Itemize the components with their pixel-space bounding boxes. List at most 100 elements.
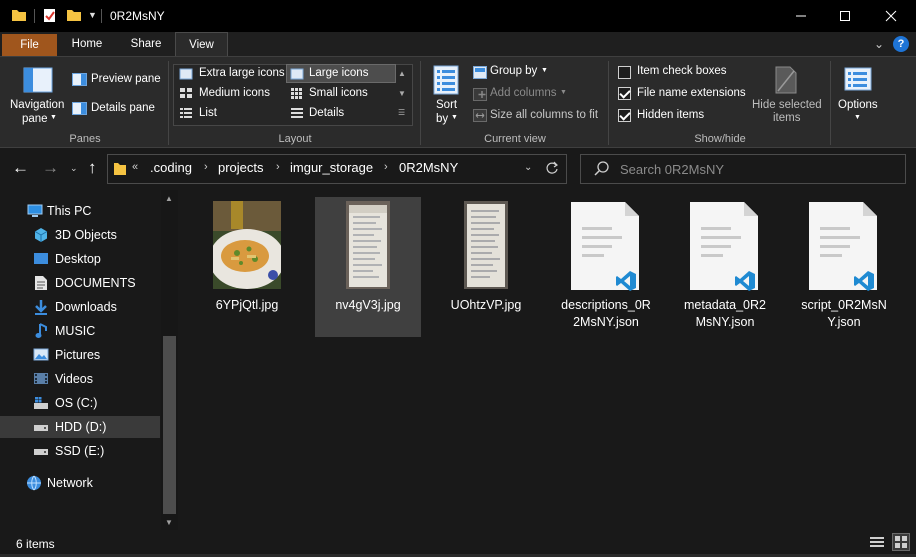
scroll-up-icon[interactable]: ▲ <box>165 194 173 203</box>
sidebar-item-ssd-e[interactable]: SSD (E:) <box>0 440 160 462</box>
file-name-extensions-label[interactable]: File name extensions <box>637 87 746 99</box>
file-name-line1: script_0R2MsN <box>801 298 887 312</box>
breadcrumb-current-folder[interactable]: 0R2MsNY <box>399 160 458 175</box>
layout-scroll-down-icon[interactable]: ▼ <box>398 89 406 98</box>
chevron-right-icon[interactable]: › <box>204 161 208 173</box>
details-view-icon <box>870 537 884 547</box>
sort-by-button-label2[interactable]: by <box>436 113 448 125</box>
folder-icon[interactable] <box>11 7 27 26</box>
file-item[interactable]: 6YPjQtl.jpg <box>194 197 300 337</box>
address-overflow-icon[interactable]: « <box>132 161 138 173</box>
options-button[interactable]: Options <box>838 99 878 111</box>
properties-icon[interactable] <box>43 7 57 26</box>
title-bar: ▼ 0R2MsNY <box>0 0 916 32</box>
layout-small-icons[interactable]: Small icons <box>309 87 368 99</box>
layout-extra-large-icons[interactable]: Extra large icons <box>199 67 285 79</box>
search-icon <box>594 161 609 179</box>
file-name-extensions-checkbox[interactable] <box>618 87 631 100</box>
options-icon[interactable] <box>844 67 872 94</box>
new-folder-icon[interactable] <box>66 7 82 26</box>
maximize-button[interactable] <box>822 0 868 32</box>
file-name-line2: Y.json <box>827 315 861 329</box>
tab-home[interactable]: Home <box>62 32 112 56</box>
sort-by-button[interactable]: Sort <box>436 99 457 111</box>
layout-expand-icon[interactable]: ☰ <box>398 108 405 117</box>
collapse-ribbon-icon[interactable]: ⌄ <box>874 37 884 51</box>
tab-view[interactable]: View <box>175 32 228 56</box>
navigation-pane-icon[interactable] <box>23 67 53 96</box>
json-file-icon <box>808 201 878 294</box>
chevron-down-icon[interactable]: ▼ <box>541 67 548 74</box>
chevron-down-icon[interactable]: ▼ <box>451 114 458 121</box>
sidebar-item-hdd-d[interactable]: HDD (D:) <box>0 416 160 438</box>
layout-large-icons[interactable]: Large icons <box>309 67 368 79</box>
add-columns-button[interactable]: Add columns <box>490 87 556 99</box>
details-pane-button[interactable]: Details pane <box>91 102 155 114</box>
hidden-items-label[interactable]: Hidden items <box>637 109 704 121</box>
hide-selected-items-label2[interactable]: items <box>773 112 800 124</box>
refresh-icon[interactable] <box>545 161 559 178</box>
back-arrow-icon[interactable]: ← <box>12 158 29 178</box>
up-arrow-icon[interactable]: ↑ <box>88 158 97 178</box>
breadcrumb-coding[interactable]: .coding <box>150 160 192 175</box>
tab-file[interactable]: File <box>2 34 57 56</box>
size-all-columns-button[interactable]: Size all columns to fit <box>490 109 598 121</box>
details-view-button[interactable] <box>868 533 886 551</box>
chevron-right-icon[interactable]: › <box>276 161 280 173</box>
layout-list[interactable]: List <box>199 107 217 119</box>
window-title: 0R2MsNY <box>110 9 165 23</box>
customize-toolbar-dropdown-icon[interactable]: ▼ <box>88 10 97 20</box>
sidebar-item-this-pc[interactable]: This PC <box>0 200 160 222</box>
hidden-items-checkbox[interactable] <box>618 109 631 122</box>
chevron-down-icon[interactable]: ▼ <box>854 114 861 121</box>
chevron-down-icon[interactable]: ▼ <box>560 89 567 96</box>
cube-icon <box>33 227 49 246</box>
forward-arrow-icon[interactable]: → <box>42 158 59 178</box>
sidebar-item-pictures[interactable]: Pictures <box>0 344 160 366</box>
preview-pane-button[interactable]: Preview pane <box>91 73 161 85</box>
hide-selected-items-icon[interactable] <box>775 66 797 97</box>
file-item[interactable]: script_0R2MsN Y.json <box>791 197 897 337</box>
file-item[interactable]: metadata_0R2 MsNY.json <box>672 197 778 337</box>
address-history-chevron-icon[interactable]: ⌄ <box>524 162 532 173</box>
chevron-down-icon[interactable]: ▼ <box>50 114 57 121</box>
sidebar-scrollbar-thumb[interactable] <box>163 336 176 514</box>
file-item[interactable]: UOhtzVP.jpg <box>433 197 539 337</box>
group-by-button[interactable]: Group by <box>490 65 537 77</box>
sidebar-item-music[interactable]: MUSIC <box>0 320 160 342</box>
sidebar-item-documents[interactable]: DOCUMENTS <box>0 272 160 294</box>
breadcrumb-projects[interactable]: projects <box>218 160 264 175</box>
recent-locations-chevron-icon[interactable]: ⌄ <box>70 163 78 174</box>
hide-selected-items-button[interactable]: Hide selected <box>752 99 822 111</box>
file-item[interactable]: descriptions_0R 2MsNY.json <box>553 197 659 337</box>
search-input[interactable]: Search 0R2MsNY <box>620 162 724 177</box>
document-icon <box>34 275 48 294</box>
pictures-icon <box>33 348 49 364</box>
file-item-selected[interactable]: nv4gV3j.jpg <box>315 197 421 337</box>
sidebar-item-os-c[interactable]: OS (C:) <box>0 392 160 414</box>
item-check-boxes-label[interactable]: Item check boxes <box>637 65 726 77</box>
group-label-layout: Layout <box>278 133 312 145</box>
item-check-boxes-checkbox[interactable] <box>618 66 631 79</box>
chevron-right-icon[interactable]: › <box>384 161 388 173</box>
breadcrumb-imgur-storage[interactable]: imgur_storage <box>290 160 373 175</box>
scroll-down-icon[interactable]: ▼ <box>165 518 173 527</box>
navigation-pane-button[interactable]: Navigation <box>10 99 64 111</box>
sidebar-item-downloads[interactable]: Downloads <box>0 296 160 318</box>
tab-share[interactable]: Share <box>122 32 170 56</box>
layout-scroll-up-icon[interactable]: ▲ <box>398 69 406 78</box>
sidebar-item-videos[interactable]: Videos <box>0 368 160 390</box>
file-name-line2: 2MsNY.json <box>573 315 639 329</box>
sort-icon[interactable] <box>433 65 459 98</box>
layout-details[interactable]: Details <box>309 107 344 119</box>
sidebar-item-desktop[interactable]: Desktop <box>0 248 160 270</box>
layout-medium-icons[interactable]: Medium icons <box>199 87 270 99</box>
help-button[interactable]: ? <box>893 36 909 52</box>
close-button[interactable] <box>868 0 914 32</box>
large-icons-view-button[interactable] <box>892 533 910 551</box>
sidebar-item-3d-objects[interactable]: 3D Objects <box>0 224 160 246</box>
drive-icon <box>33 446 49 460</box>
navigation-pane-button-label2[interactable]: pane <box>22 113 48 125</box>
minimize-button[interactable] <box>778 0 824 32</box>
sidebar-item-network[interactable]: Network <box>0 472 160 494</box>
